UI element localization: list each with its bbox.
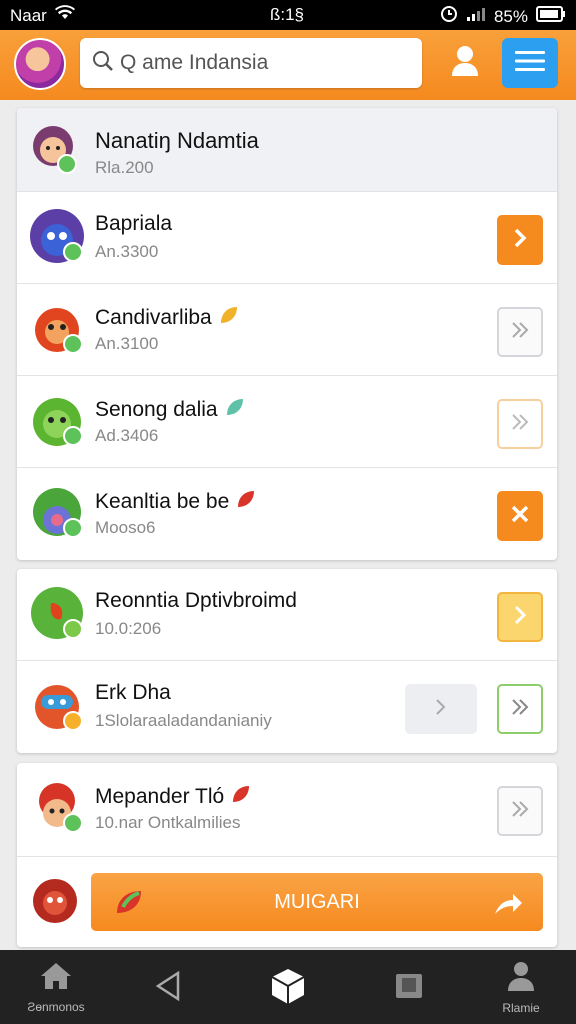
battery-icon: [536, 6, 566, 27]
chevron-right-icon: [511, 604, 529, 631]
avatar: [29, 208, 87, 266]
list-item-title: Senong dalia: [95, 396, 246, 424]
status-bar: Naar ß:1§ 85%: [0, 0, 576, 30]
list-header[interactable]: Nanatiŋ Ndamtia Rla.200: [17, 108, 557, 192]
double-chevron-icon: [509, 319, 531, 346]
carrier-label: Naar: [10, 5, 47, 25]
contact-list-card-1: Nanatiŋ Ndamtia Rla.200 Bapriala An.3300…: [17, 108, 557, 560]
chevron-right-icon: [511, 227, 529, 254]
nav-home-label: Ƨɵnmonos: [27, 999, 85, 1014]
clock: ß:1§: [270, 5, 305, 24]
list-item-subtitle: An.3100: [95, 334, 159, 353]
hamburger-icon: [515, 49, 545, 78]
list-item-subtitle: 1Slolaraaladandanianiy: [95, 711, 272, 730]
primary-action-label: MUIGARI: [274, 890, 360, 913]
cta-row: MUIGARI: [17, 857, 557, 947]
leaf-icon: [235, 488, 257, 516]
list-item-subtitle: 10.0:206: [95, 619, 162, 638]
cube-icon: [268, 966, 308, 1009]
list-item-subtitle: Ad.3406: [95, 426, 159, 445]
list-header-title: Nanatiŋ Ndamtia: [95, 128, 259, 153]
list-item-title: Mepander Tló: [95, 783, 252, 811]
chevron-right-icon: [432, 696, 450, 723]
open-button[interactable]: [497, 786, 543, 836]
search-bar[interactable]: [80, 38, 422, 88]
contact-list-card-3: Mepander Tló 10.nar Ontkalmilies MUIGARI: [17, 763, 557, 947]
avatar: [29, 392, 87, 450]
wifi-icon: [54, 5, 75, 26]
list-item-title: Candivarliba: [95, 304, 240, 332]
open-button[interactable]: [497, 399, 543, 449]
profile-avatar[interactable]: [14, 38, 66, 90]
nav-home[interactable]: Ƨɵnmonos: [18, 950, 94, 1024]
open-button[interactable]: [497, 592, 543, 642]
battery-percent: 85%: [493, 6, 528, 26]
list-item[interactable]: Erk Dha 1Slolaraaladandanianiy: [17, 661, 557, 753]
header-avatar: [29, 120, 87, 178]
list-item[interactable]: Mepander Tló 10.nar Ontkalmilies: [17, 763, 557, 857]
back-triangle-icon: [154, 970, 182, 1005]
square-icon: [392, 970, 426, 1005]
bottom-navigation: Ƨɵnmonos Rlamie: [0, 950, 576, 1024]
nav-recents[interactable]: [386, 950, 432, 1024]
close-icon: [510, 504, 530, 529]
menu-button[interactable]: [502, 38, 558, 88]
list-item[interactable]: Senong dalia Ad.3406: [17, 376, 557, 468]
list-item[interactable]: Reonntia Dptivbroimd 10.0:206: [17, 569, 557, 661]
search-icon: [92, 50, 114, 77]
nav-back[interactable]: [146, 950, 190, 1024]
double-chevron-icon: [509, 411, 531, 438]
leaf-icon: [113, 887, 147, 923]
leaf-icon: [224, 396, 246, 424]
user-icon: [450, 45, 480, 82]
list-item-title: Bapriala: [95, 212, 173, 235]
list-item[interactable]: Candivarliba An.3100: [17, 284, 557, 376]
primary-action-button[interactable]: MUIGARI: [91, 873, 543, 931]
arrow-icon: [493, 888, 523, 922]
list-item-title: Reonntia Dptivbroimd: [95, 589, 297, 612]
avatar: [29, 585, 87, 643]
nav-center[interactable]: [262, 950, 314, 1024]
list-item-title: Erk Dha: [95, 681, 171, 704]
double-chevron-icon: [509, 798, 531, 825]
list-header-subtitle: Rla.200: [95, 158, 154, 177]
avatar: [29, 300, 87, 358]
contact-list-card-2: Reonntia Dptivbroimd 10.0:206 Erk Dha 1S…: [17, 569, 557, 753]
user-button[interactable]: [444, 42, 486, 84]
avatar: [29, 677, 87, 735]
open-button[interactable]: [497, 215, 543, 265]
secondary-button[interactable]: [405, 684, 477, 734]
list-item[interactable]: Keanltia be be Mooso6: [17, 468, 557, 560]
list-item-subtitle: 10.nar Ontkalmilies: [95, 813, 241, 832]
person-icon: [505, 960, 537, 995]
nav-profile-label: Rlamie: [502, 1000, 540, 1015]
list-item[interactable]: Bapriala An.3300: [17, 192, 557, 284]
open-button[interactable]: [497, 684, 543, 734]
home-icon: [39, 961, 73, 994]
alarm-icon: [440, 5, 458, 28]
nav-profile[interactable]: Rlamie: [488, 950, 554, 1024]
leaf-icon: [230, 783, 252, 811]
top-app-bar: [0, 30, 576, 100]
avatar: [29, 875, 87, 933]
avatar: [29, 779, 87, 837]
leaf-icon: [218, 304, 240, 332]
double-chevron-icon: [509, 696, 531, 723]
search-input[interactable]: [120, 51, 410, 75]
list-item-subtitle: An.3300: [95, 242, 159, 261]
remove-button[interactable]: [497, 491, 543, 541]
avatar: [29, 484, 87, 542]
open-button[interactable]: [497, 307, 543, 357]
list-item-title: Keanltia be be: [95, 488, 257, 516]
list-item-subtitle: Mooso6: [95, 518, 156, 537]
signal-icon: [466, 6, 486, 27]
